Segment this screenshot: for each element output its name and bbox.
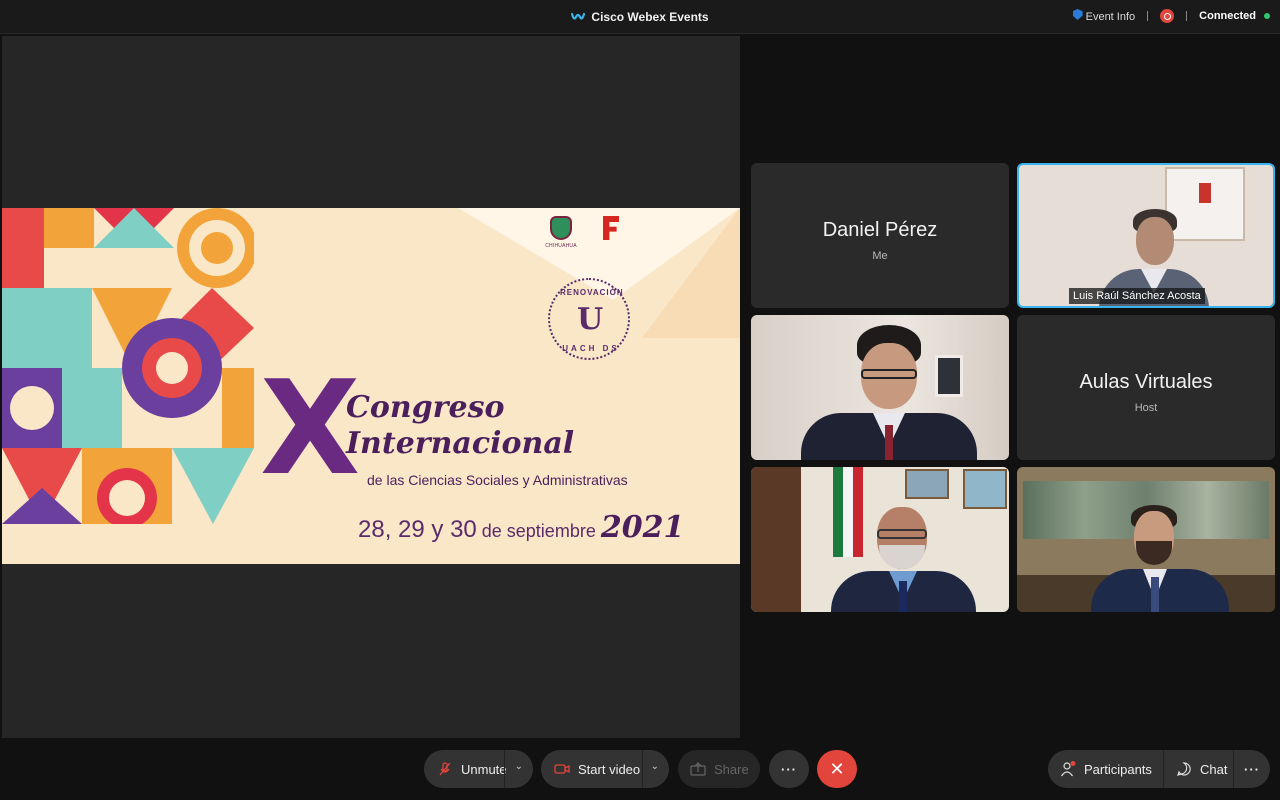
participant-video — [801, 325, 977, 460]
participant-video — [1087, 505, 1237, 612]
event-info-button[interactable]: Event Info — [1072, 9, 1135, 23]
participant-nameplate: Luis Raúl Sánchez Acosta — [1069, 288, 1205, 304]
university-shield-logo: CHIHUAHUA — [543, 216, 579, 260]
participant-tile[interactable] — [1017, 467, 1275, 612]
connection-status: Connected — [1199, 10, 1256, 22]
participant-tile-active-speaker[interactable]: Luis Raúl Sánchez Acosta — [1017, 163, 1275, 308]
chevron-down-icon[interactable]: ⌄ — [515, 761, 523, 772]
connected-dot-icon — [1264, 13, 1270, 19]
renovacion-seal: RENOVACIÓN U UACH DS — [548, 278, 630, 360]
more-options-button[interactable]: ··· — [769, 750, 809, 788]
divider — [642, 750, 643, 788]
faculty-logo — [593, 216, 629, 260]
title-bar: Cisco Webex Events Event Info Connected — [0, 0, 1280, 34]
participant-tile-self[interactable]: Daniel Pérez Me — [751, 163, 1009, 308]
participant-tile[interactable] — [751, 467, 1009, 612]
recording-icon[interactable] — [1160, 9, 1175, 23]
microphone-muted-icon — [439, 762, 451, 776]
participant-tile[interactable] — [751, 315, 1009, 460]
banner-title-line1: Congreso — [346, 390, 505, 425]
participants-button[interactable]: Participants — [1048, 750, 1163, 788]
banner-title-line2: Internacional — [346, 426, 575, 461]
painting — [905, 469, 949, 499]
leave-meeting-button[interactable]: ✕ — [817, 750, 857, 788]
webex-logo-icon — [571, 12, 586, 20]
more-panels-button[interactable]: ··· — [1233, 750, 1270, 788]
share-button[interactable]: Share — [678, 750, 760, 788]
geometric-pattern-art — [2, 208, 254, 524]
participants-icon — [1061, 761, 1076, 777]
participant-tile-host[interactable]: Aulas Virtuales Host — [1017, 315, 1275, 460]
share-screen-icon — [690, 762, 706, 776]
meeting-toolbar: Unmute ⌄ Start video ⌄ Share ··· ✕ Parti… — [0, 740, 1280, 800]
start-video-button[interactable]: Start video ⌄ — [541, 750, 669, 788]
divider — [504, 750, 505, 788]
divider — [1186, 11, 1188, 21]
chat-button[interactable]: Chat — [1163, 750, 1233, 788]
divider — [1147, 11, 1149, 21]
chevron-down-icon[interactable]: ⌄ — [651, 761, 659, 772]
banner-subtitle: de las Ciencias Sociales y Administrativ… — [367, 472, 628, 488]
shared-content-area: CHIHUAHUA RENOVACIÓN U UACH DS X Congres… — [2, 36, 740, 738]
banner-dates: 28, 29 y 30 de septiembre 2021 — [358, 510, 685, 545]
chat-bubble-icon — [1177, 762, 1191, 776]
video-camera-off-icon — [554, 764, 570, 774]
shield-info-icon — [1072, 9, 1083, 20]
event-banner: CHIHUAHUA RENOVACIÓN U UACH DS X Congres… — [2, 208, 740, 564]
participant-video — [821, 507, 981, 612]
wooden-door — [751, 467, 801, 612]
unmute-button[interactable]: Unmute ⌄ — [424, 750, 533, 788]
painting — [963, 469, 1007, 509]
